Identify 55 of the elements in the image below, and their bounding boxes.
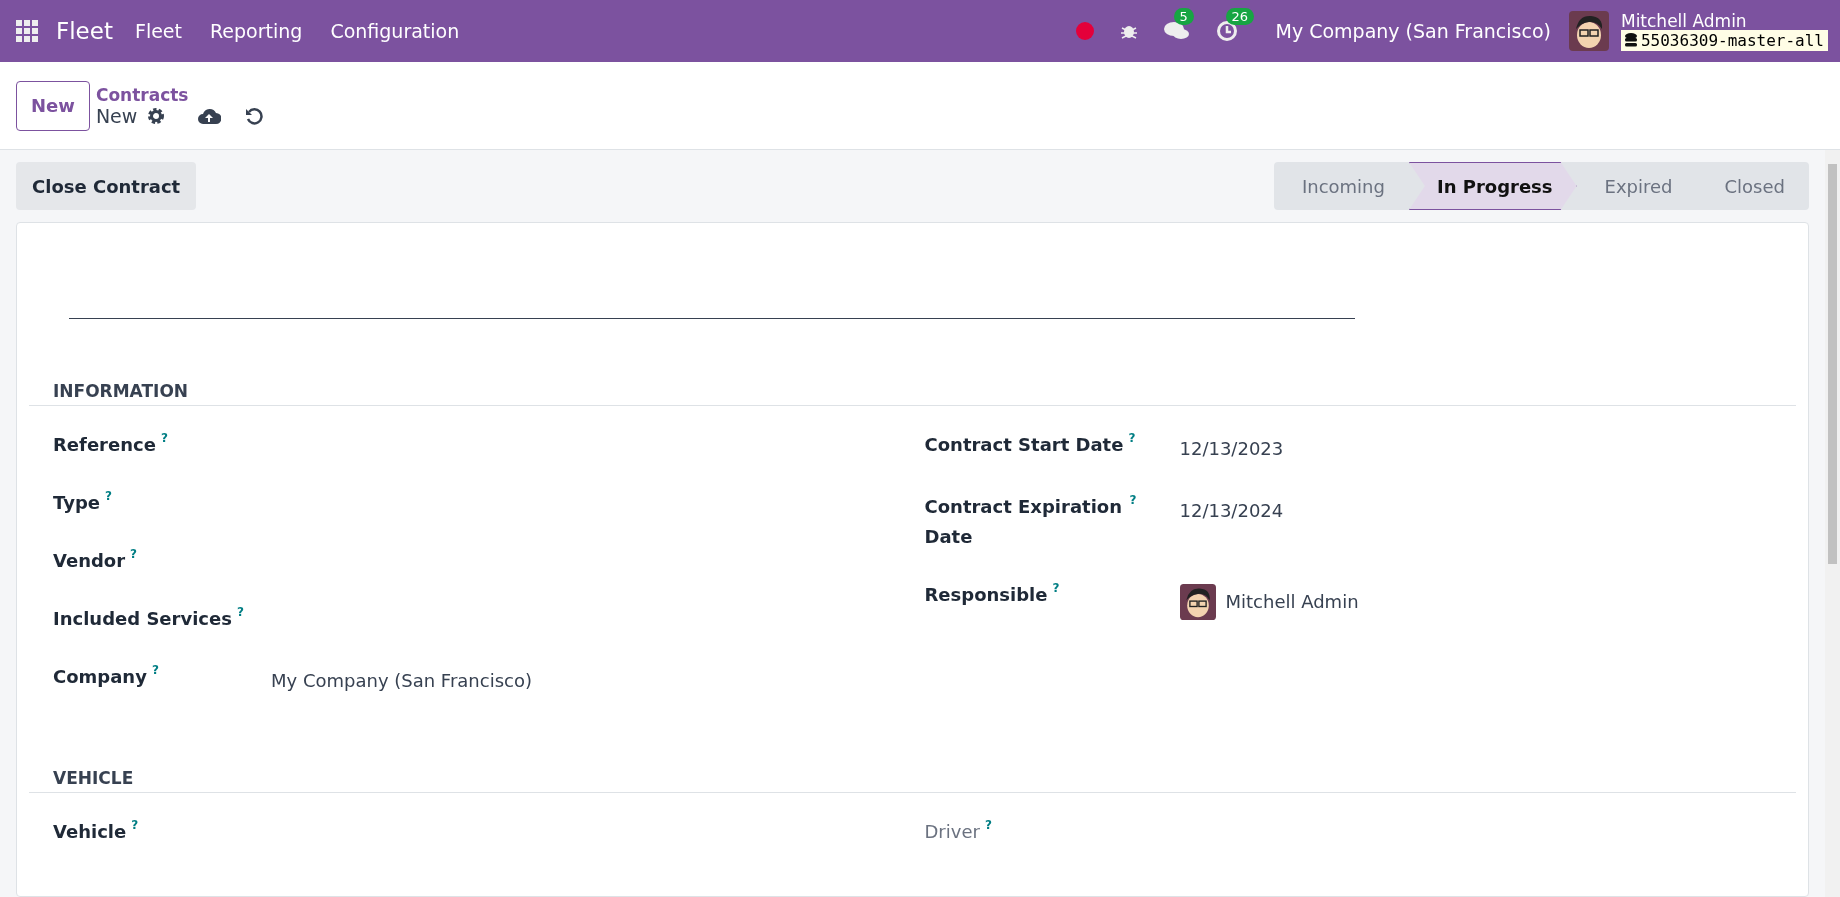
help-mark[interactable]: ? <box>151 662 159 678</box>
section-title: VEHICLE <box>29 768 1796 793</box>
record-dot-icon[interactable] <box>1075 22 1094 40</box>
record-name: New <box>95 104 138 127</box>
help-mark[interactable]: ? <box>984 817 992 833</box>
menu-item[interactable]: Fleet <box>134 20 182 42</box>
field-value[interactable]: 12/13/2024 <box>1179 492 1796 526</box>
field-label: Company <box>53 665 147 689</box>
menu-item[interactable]: Configuration <box>330 20 460 42</box>
help-mark[interactable]: ? <box>160 430 168 446</box>
avatar-icon <box>1568 11 1609 51</box>
database-icon <box>1624 33 1637 47</box>
chat-icon[interactable] <box>1163 20 1190 42</box>
breadcrumb-link[interactable]: Contracts <box>95 84 264 105</box>
avatar-icon <box>1179 584 1216 620</box>
help-mark[interactable]: ? <box>236 604 244 620</box>
field-value[interactable]: 12/13/2023 <box>1179 430 1796 464</box>
field-label: Reference <box>53 433 156 457</box>
stage-button[interactable]: Incoming <box>1273 162 1409 210</box>
scrollbar[interactable] <box>1825 150 1840 897</box>
menu-item[interactable]: Reporting <box>210 20 303 42</box>
new-button[interactable]: New <box>16 80 90 131</box>
company-switcher[interactable]: My Company (San Francisco) <box>1275 20 1551 42</box>
cloud-upload-icon[interactable] <box>197 106 222 125</box>
help-mark[interactable]: ? <box>131 817 139 833</box>
field-label: Driver <box>924 820 980 844</box>
field-label: Responsible <box>924 583 1048 607</box>
field-label: Vendor <box>53 549 126 573</box>
clock-icon[interactable] <box>1215 20 1238 42</box>
field-label: Type <box>53 491 100 515</box>
message-count: 5 <box>1173 8 1194 25</box>
section-title: INFORMATION <box>29 381 1796 406</box>
database-label: 55036309-master-all <box>1640 30 1824 50</box>
app-name[interactable]: Fleet <box>56 18 113 44</box>
field-label: Included Services <box>53 607 232 631</box>
help-mark[interactable]: ? <box>1052 580 1060 596</box>
field-value[interactable]: My Company (San Francisco) <box>271 662 925 696</box>
stage-button[interactable]: In Progress <box>1408 162 1577 210</box>
apps-grid-icon[interactable] <box>16 20 38 42</box>
stage-button[interactable]: Closed <box>1696 162 1809 210</box>
help-mark[interactable]: ? <box>1128 430 1136 446</box>
settings-icon[interactable] <box>147 106 166 125</box>
activity-count: 26 <box>1225 8 1255 25</box>
stage-button[interactable]: Expired <box>1576 162 1697 210</box>
undo-icon[interactable] <box>245 106 264 125</box>
user-name: Mitchell Admin <box>1225 590 1359 614</box>
user-field[interactable]: Mitchell Admin <box>1179 580 1796 620</box>
user-name[interactable]: Mitchell Admin <box>1620 11 1828 30</box>
help-mark[interactable]: ? <box>1129 492 1137 508</box>
close-contract-button[interactable]: Close Contract <box>16 162 197 210</box>
help-mark[interactable]: ? <box>130 546 138 562</box>
field-label: Contract Start Date <box>924 433 1124 457</box>
field-label: Contract Expiration Date <box>924 495 1123 549</box>
field-label: Vehicle <box>53 820 127 844</box>
help-mark[interactable]: ? <box>104 488 112 504</box>
